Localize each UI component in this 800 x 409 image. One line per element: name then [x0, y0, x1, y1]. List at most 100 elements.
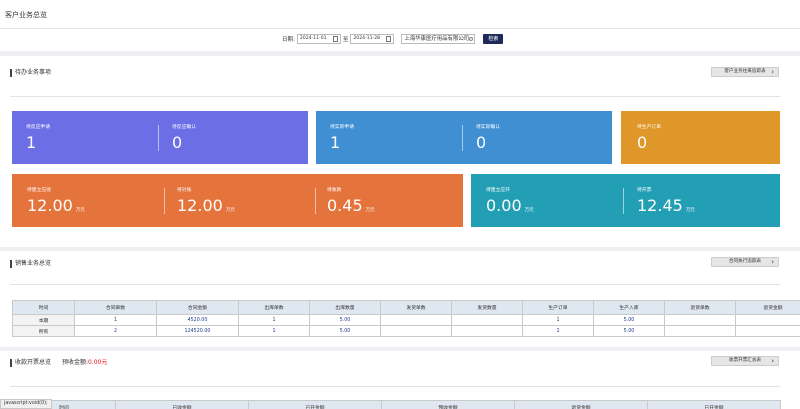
invoice-summary-button[interactable]: 收票开票汇总表 › — [711, 356, 779, 366]
card-value[interactable]: 0 — [172, 133, 182, 152]
panel-title: 待办业务事项 — [10, 69, 51, 77]
contract-tracking-button[interactable]: 合同执行追踪表 › — [711, 257, 779, 267]
card-label: 待反应确认 — [172, 125, 196, 130]
page-title: 客户业务总览 — [5, 11, 47, 19]
table-cell[interactable]: 4520.00 — [156, 314, 239, 326]
table-cell[interactable]: 1 — [522, 314, 594, 326]
card-label: 待收款 — [327, 188, 342, 193]
card-label: 待建立应收 — [27, 188, 51, 193]
value-unit: 万元 — [365, 208, 375, 213]
card-label: 待反应申请 — [26, 125, 50, 130]
pending-tasks-panel: 待办业务事项 客户业务往来追踪表 › 待反应申请 1 待反应确认 0 待实际申请… — [0, 56, 800, 247]
table-cell[interactable] — [664, 325, 736, 337]
panel-title-text: 收款开票总览 — [15, 359, 52, 366]
card-value[interactable]: 12.00 万元 — [177, 196, 235, 215]
value-number: 12.00 — [27, 196, 73, 215]
divider — [10, 96, 780, 97]
card-value[interactable]: 12.00 万元 — [27, 196, 85, 215]
value-number: 0.00 — [486, 196, 522, 215]
card-value[interactable]: 0.45 万元 — [327, 196, 375, 215]
divider — [315, 188, 316, 214]
table-cell[interactable]: 2 — [74, 325, 157, 337]
card-production: 待生产订单 0 — [621, 111, 780, 164]
column-header: 已收金额 — [115, 400, 249, 409]
card-group-actual: 待实际申请 1 待实际确认 0 — [316, 111, 612, 164]
prepaid-value: 0.00元 — [87, 359, 108, 366]
calendar-icon[interactable] — [386, 35, 392, 42]
clear-icon[interactable]: ✕ — [462, 35, 466, 43]
divider — [462, 125, 463, 151]
button-label: 客户业务往来追踪表 — [724, 69, 766, 74]
card-group-invoice: 待建立应开 0.00 万元 待开票 12.45 万元 — [471, 174, 780, 227]
table-cell[interactable]: 5.00 — [309, 314, 381, 326]
table-cell[interactable]: 1 — [522, 325, 594, 337]
table-cell: 本期 — [12, 314, 75, 326]
table-cell[interactable] — [664, 314, 736, 326]
table-cell[interactable] — [735, 314, 800, 326]
value-number: 12.45 — [637, 196, 683, 215]
table-cell: 所有 — [12, 325, 75, 337]
table-cell[interactable] — [735, 325, 800, 337]
chevron-right-icon: › — [771, 68, 774, 76]
card-value[interactable]: 12.45 万元 — [637, 196, 695, 215]
column-header: 预收金额 — [381, 400, 515, 409]
table-cell[interactable] — [451, 314, 523, 326]
table-cell[interactable] — [380, 325, 452, 337]
status-bar: javascript:void(0); — [0, 399, 52, 409]
end-date-input[interactable]: 2024-11-28 — [350, 33, 395, 44]
value-unit: 万元 — [75, 208, 85, 213]
column-header: 出库单数 — [238, 300, 310, 315]
column-header: 合同单数 — [74, 300, 157, 315]
card-value[interactable]: 0 — [476, 133, 486, 152]
table-cell[interactable]: 5.00 — [593, 314, 665, 326]
table-cell[interactable] — [451, 325, 523, 337]
card-value[interactable]: 0 — [637, 133, 647, 152]
table-cell[interactable]: 1 — [238, 314, 310, 326]
prepaid-label: 预收金额: — [61, 359, 88, 366]
end-date-value: 2024-11-28 — [353, 35, 381, 41]
search-button[interactable]: 检索 — [483, 33, 504, 44]
table-header-row: 时间 已收金额 已开金额 预收金额 退货金额 已开金额 — [12, 400, 781, 409]
table-cell[interactable] — [380, 314, 452, 326]
table-cell[interactable]: 5.00 — [309, 325, 381, 337]
column-header: 生产订单 — [522, 300, 594, 315]
card-label: 待实际确认 — [476, 125, 500, 130]
divider — [10, 284, 780, 285]
calendar-icon[interactable] — [332, 35, 338, 42]
customer-tracking-button[interactable]: 客户业务往来追踪表 › — [711, 67, 779, 77]
column-header: 生产入库 — [593, 300, 665, 315]
company-select[interactable]: 上海华康医疗用品有限公司 ✕ — [401, 33, 476, 44]
table-cell[interactable]: 1 — [74, 314, 157, 326]
table-header-row: 时间 合同单数 合同金额 出库单数 出库数量 发货单数 发货数量 生产订单 生产入库 退货单数 退货… — [12, 300, 800, 315]
table-cell[interactable]: 5.00 — [593, 325, 665, 337]
table-cell[interactable]: 1 — [238, 325, 310, 337]
start-date-input[interactable]: 2024-11-01 — [296, 33, 341, 44]
value-number: 0.45 — [327, 196, 363, 215]
sales-overview-panel: 销售业务总览 合同执行追踪表 › 时间 合同单数 合同金额 出库单数 出库数量 发货单数发… — [0, 251, 800, 347]
date-separator: 至 — [342, 36, 349, 43]
divider — [164, 188, 165, 214]
top-bar: 客户业务总览 — [0, 0, 800, 29]
card-value[interactable]: 1 — [26, 133, 36, 152]
card-value[interactable]: 1 — [330, 133, 340, 152]
table-cell[interactable]: 124520.00 — [156, 325, 239, 337]
table-row: 所有 2 124520.00 1 5.00 1 5.00 — [12, 325, 800, 337]
invoice-overview-panel: 收款开票总览 预收金额:0.00元 收票开票汇总表 › 时间 已收金额 已开金额 预收… — [0, 351, 800, 409]
filter-bar: 日期: 2024-11-01 至 2024-11-28 上海华康医疗用品有限公司… — [0, 29, 800, 51]
card-group-reaction: 待反应申请 1 待反应确认 0 — [12, 111, 308, 164]
button-label: 合同执行追踪表 — [728, 259, 762, 264]
value-unit: 万元 — [524, 208, 534, 213]
panel-title: 收款开票总览 预收金额:0.00元 — [10, 359, 107, 367]
card-value[interactable]: 0.00 万元 — [486, 196, 534, 215]
table-row: 本期 1 4520.00 1 5.00 1 5.00 — [12, 314, 800, 326]
column-header: 退货单数 — [664, 300, 736, 315]
column-header: 已开金额 — [647, 400, 781, 409]
column-header: 合同金额 — [156, 300, 239, 315]
column-header: 已开金额 — [248, 400, 382, 409]
column-header: 发货单数 — [380, 300, 452, 315]
card-group-receivable: 待建立应收 12.00 万元 待对账 12.00 万元 待收款 0.45 万元 — [12, 174, 463, 227]
search-icon[interactable] — [469, 36, 474, 41]
card-label: 待建立应开 — [486, 188, 510, 193]
button-label: 收票开票汇总表 — [728, 358, 762, 363]
chevron-right-icon: › — [771, 258, 774, 266]
